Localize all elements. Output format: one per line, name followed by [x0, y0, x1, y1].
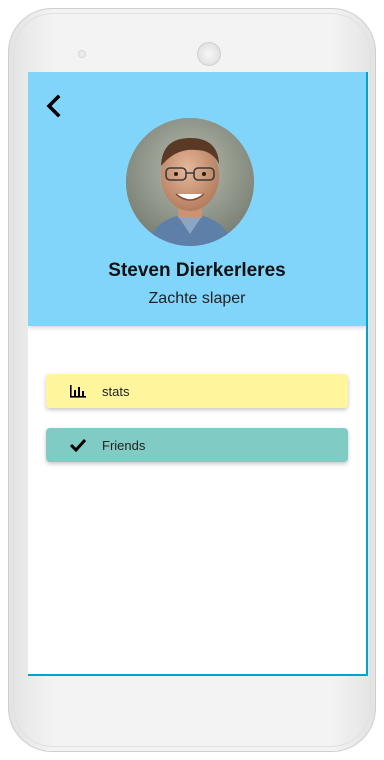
stats-label: stats — [102, 383, 130, 399]
bar-chart-icon — [68, 381, 88, 401]
friends-button[interactable]: Friends — [46, 428, 348, 462]
profile-subtitle: Zachte slaper — [148, 290, 246, 307]
profile-header: Steven Dierkerleres Zachte slaper — [28, 72, 366, 326]
sensor-icon — [78, 50, 86, 58]
stats-button[interactable]: stats — [46, 374, 348, 408]
app-screen: Steven Dierkerleres Zachte slaper stats … — [28, 72, 368, 676]
profile-name: Steven Dierkerleres — [108, 260, 286, 281]
check-icon — [68, 435, 88, 455]
speaker-icon — [197, 42, 221, 66]
back-button[interactable] — [42, 92, 66, 120]
friends-label: Friends — [102, 437, 146, 453]
phone-side-button — [15, 165, 18, 285]
chevron-left-icon — [46, 94, 61, 118]
avatar — [126, 118, 254, 246]
avatar-image — [126, 118, 254, 246]
